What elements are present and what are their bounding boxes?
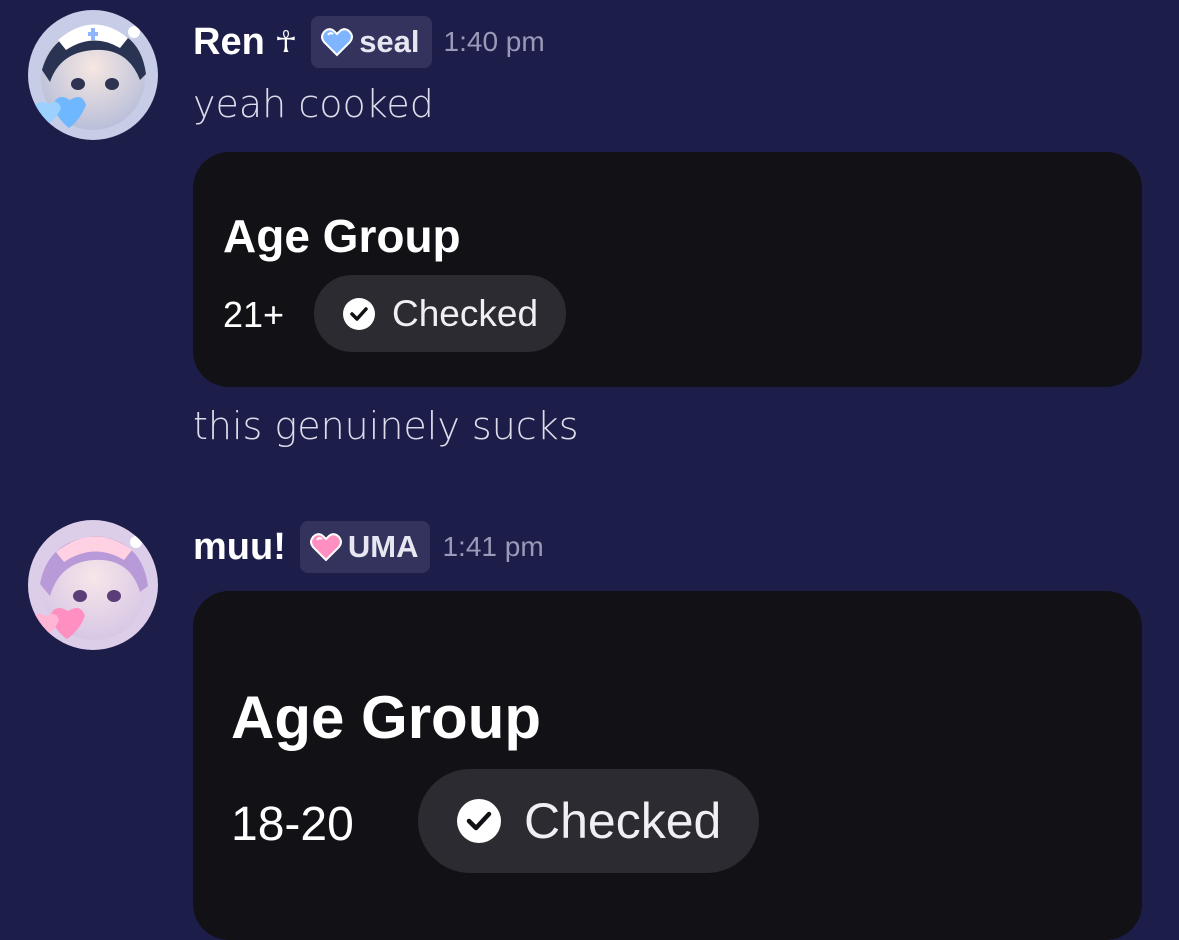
checked-badge-label: Checked xyxy=(524,793,722,849)
attachment-image[interactable]: Age Group 18-20 Checked xyxy=(193,591,1142,940)
message-header: Ren ☥ seal 1:40 pm xyxy=(193,16,545,68)
guild-tag[interactable]: seal xyxy=(311,16,432,68)
timestamp[interactable]: 1:40 pm xyxy=(444,26,545,58)
message-text: yeah cooked xyxy=(193,82,434,126)
age-group-value: 21+ xyxy=(223,294,285,335)
avatar[interactable] xyxy=(28,10,158,140)
timestamp[interactable]: 1:41 pm xyxy=(442,531,543,563)
avatar-anime-nurse-icon xyxy=(28,10,158,140)
guild-tag[interactable]: UMA xyxy=(299,521,431,573)
guild-tag-label: UMA xyxy=(347,529,419,564)
check-circle-icon xyxy=(457,799,501,843)
message-header: muu! UMA 1:41 pm xyxy=(193,521,544,573)
avatar-anime-pink-nurse-icon xyxy=(28,520,158,650)
username[interactable]: Ren xyxy=(193,21,265,64)
checked-badge: Checked xyxy=(418,769,760,873)
checked-badge-label: Checked xyxy=(392,292,539,334)
username[interactable]: muu! xyxy=(193,526,286,569)
age-group-title: Age Group xyxy=(231,684,541,751)
pink-heart-icon xyxy=(309,533,342,562)
chat-view: { "messages": [ { "username": "Ren", "na… xyxy=(0,0,1179,940)
checked-badge: Checked xyxy=(314,275,567,352)
blue-heart-icon xyxy=(321,28,354,57)
guild-tag-label: seal xyxy=(359,24,420,59)
ankh-icon: ☥ xyxy=(274,24,298,60)
age-group-value: 18-20 xyxy=(231,798,354,851)
age-group-title: Age Group xyxy=(223,210,461,262)
check-circle-icon xyxy=(343,297,375,330)
attachment-image[interactable]: Age Group 21+ Checked xyxy=(193,152,1142,387)
avatar[interactable] xyxy=(28,520,158,650)
message-text: this genuinely sucks xyxy=(193,404,579,448)
